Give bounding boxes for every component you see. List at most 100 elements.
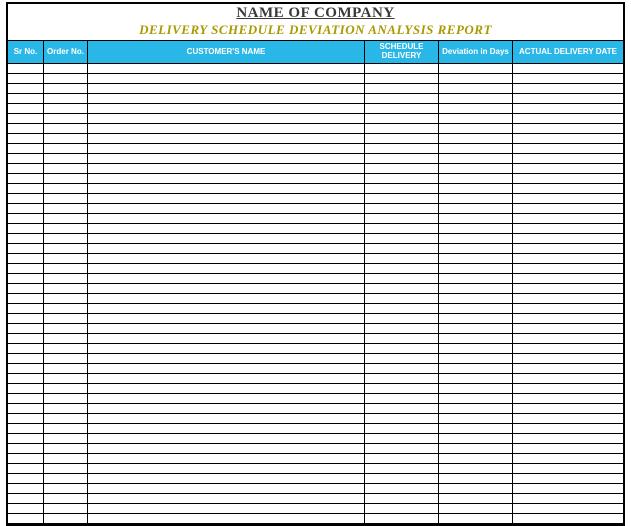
table-cell[interactable]	[365, 504, 439, 513]
table-cell[interactable]	[8, 444, 44, 453]
table-cell[interactable]	[88, 134, 365, 143]
table-cell[interactable]	[439, 274, 513, 283]
table-cell[interactable]	[88, 84, 365, 93]
table-cell[interactable]	[44, 224, 88, 233]
table-cell[interactable]	[439, 334, 513, 343]
table-cell[interactable]	[8, 424, 44, 433]
table-cell[interactable]	[44, 94, 88, 103]
table-cell[interactable]	[44, 434, 88, 443]
table-cell[interactable]	[88, 144, 365, 153]
table-cell[interactable]	[439, 404, 513, 413]
table-cell[interactable]	[8, 274, 44, 283]
table-cell[interactable]	[513, 264, 623, 273]
table-cell[interactable]	[365, 264, 439, 273]
table-cell[interactable]	[439, 234, 513, 243]
table-cell[interactable]	[44, 304, 88, 313]
table-cell[interactable]	[44, 494, 88, 503]
table-cell[interactable]	[513, 144, 623, 153]
table-cell[interactable]	[365, 324, 439, 333]
table-cell[interactable]	[88, 454, 365, 463]
table-cell[interactable]	[365, 64, 439, 73]
table-cell[interactable]	[513, 74, 623, 83]
table-cell[interactable]	[88, 444, 365, 453]
table-cell[interactable]	[44, 454, 88, 463]
table-cell[interactable]	[44, 394, 88, 403]
table-cell[interactable]	[513, 194, 623, 203]
table-cell[interactable]	[8, 394, 44, 403]
table-cell[interactable]	[439, 314, 513, 323]
table-cell[interactable]	[8, 414, 44, 423]
table-cell[interactable]	[44, 204, 88, 213]
table-cell[interactable]	[513, 444, 623, 453]
table-cell[interactable]	[439, 214, 513, 223]
table-cell[interactable]	[8, 164, 44, 173]
table-cell[interactable]	[8, 234, 44, 243]
table-cell[interactable]	[439, 64, 513, 73]
table-cell[interactable]	[8, 154, 44, 163]
table-cell[interactable]	[88, 214, 365, 223]
table-cell[interactable]	[44, 74, 88, 83]
table-cell[interactable]	[88, 64, 365, 73]
table-cell[interactable]	[8, 64, 44, 73]
table-cell[interactable]	[88, 384, 365, 393]
table-cell[interactable]	[439, 344, 513, 353]
table-cell[interactable]	[8, 144, 44, 153]
table-cell[interactable]	[88, 474, 365, 483]
table-cell[interactable]	[365, 234, 439, 243]
table-cell[interactable]	[365, 164, 439, 173]
table-cell[interactable]	[8, 94, 44, 103]
table-cell[interactable]	[365, 104, 439, 113]
table-cell[interactable]	[44, 344, 88, 353]
table-cell[interactable]	[439, 474, 513, 483]
table-cell[interactable]	[365, 464, 439, 473]
table-cell[interactable]	[365, 474, 439, 483]
table-cell[interactable]	[513, 504, 623, 513]
table-cell[interactable]	[8, 114, 44, 123]
table-cell[interactable]	[8, 254, 44, 263]
table-cell[interactable]	[88, 334, 365, 343]
table-cell[interactable]	[88, 284, 365, 293]
table-cell[interactable]	[439, 374, 513, 383]
table-cell[interactable]	[513, 64, 623, 73]
table-cell[interactable]	[513, 104, 623, 113]
table-cell[interactable]	[513, 224, 623, 233]
table-cell[interactable]	[88, 114, 365, 123]
table-cell[interactable]	[439, 254, 513, 263]
table-cell[interactable]	[88, 234, 365, 243]
table-cell[interactable]	[88, 294, 365, 303]
table-cell[interactable]	[88, 404, 365, 413]
table-cell[interactable]	[88, 364, 365, 373]
table-cell[interactable]	[439, 184, 513, 193]
table-cell[interactable]	[88, 314, 365, 323]
table-cell[interactable]	[44, 154, 88, 163]
table-cell[interactable]	[88, 484, 365, 493]
table-cell[interactable]	[439, 74, 513, 83]
table-cell[interactable]	[513, 184, 623, 193]
table-cell[interactable]	[439, 364, 513, 373]
table-cell[interactable]	[439, 464, 513, 473]
table-cell[interactable]	[44, 374, 88, 383]
table-cell[interactable]	[44, 114, 88, 123]
table-cell[interactable]	[365, 344, 439, 353]
table-cell[interactable]	[88, 424, 365, 433]
table-cell[interactable]	[88, 324, 365, 333]
table-cell[interactable]	[365, 354, 439, 363]
table-cell[interactable]	[44, 334, 88, 343]
table-cell[interactable]	[44, 384, 88, 393]
table-cell[interactable]	[365, 334, 439, 343]
table-cell[interactable]	[513, 314, 623, 323]
table-cell[interactable]	[513, 484, 623, 493]
table-cell[interactable]	[8, 314, 44, 323]
table-cell[interactable]	[88, 494, 365, 503]
table-cell[interactable]	[439, 484, 513, 493]
table-cell[interactable]	[365, 394, 439, 403]
table-cell[interactable]	[8, 224, 44, 233]
table-cell[interactable]	[88, 434, 365, 443]
table-cell[interactable]	[8, 504, 44, 513]
table-cell[interactable]	[365, 84, 439, 93]
table-cell[interactable]	[365, 414, 439, 423]
table-cell[interactable]	[8, 74, 44, 83]
table-cell[interactable]	[513, 404, 623, 413]
table-cell[interactable]	[439, 444, 513, 453]
table-cell[interactable]	[365, 444, 439, 453]
